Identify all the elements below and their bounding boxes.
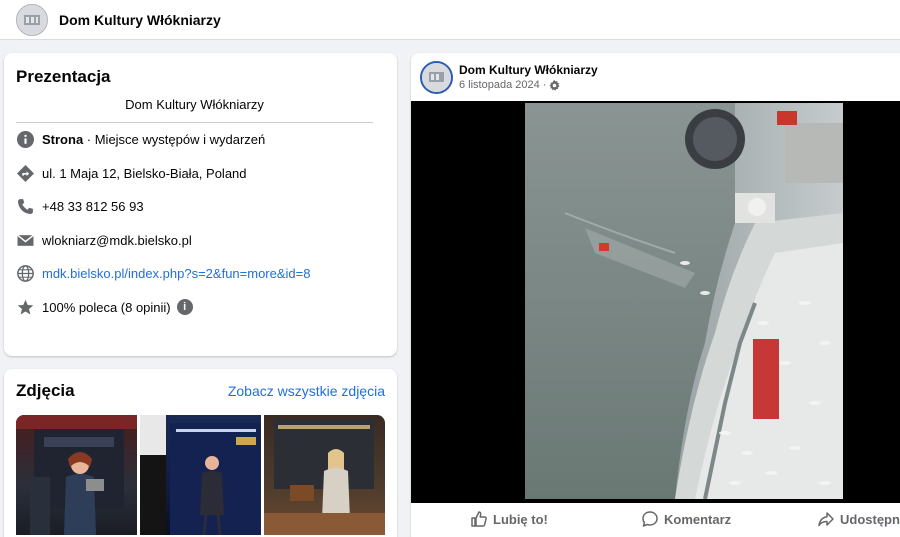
thumbs-up-icon [471, 511, 487, 527]
post-header: Dom Kultury Włókniarzy 6 listopada 2024 … [411, 53, 900, 101]
see-all-photos-link[interactable]: Zobacz wszystkie zdjęcia [228, 383, 385, 399]
phone-icon [16, 198, 34, 216]
like-label: Lubię to! [493, 511, 548, 527]
comment-label: Komentarz [664, 511, 732, 527]
address-text: ul. 1 Maja 12, Bielsko-Biała, Poland [42, 165, 247, 181]
like-button[interactable]: Lubię to! [470, 510, 548, 528]
globe-icon [16, 265, 34, 283]
directions-icon [16, 164, 34, 182]
share-icon [818, 512, 834, 527]
category-value: · Miejsce występów i wydarzeń [83, 132, 266, 148]
photo-grid [16, 415, 385, 535]
category-label: Strona [42, 132, 84, 148]
page-avatar[interactable] [16, 3, 48, 36]
rating-row: 100% poleca (8 opinii) i [16, 291, 385, 325]
post-actions: Lubię to! Komentarz Udostępnij [411, 503, 900, 535]
website-link[interactable]: mdk.bielsko.pl/index.php?s=2&fun=more&id… [42, 266, 310, 281]
page-title[interactable]: Dom Kultury Włókniarzy [59, 12, 221, 28]
phone-row: +48 33 812 56 93 [16, 190, 385, 224]
post-author-name[interactable]: Dom Kultury Włókniarzy [459, 63, 598, 77]
intro-card: Prezentacja Dom Kultury Włókniarzy Stron… [4, 53, 397, 356]
photo-thumbnail[interactable] [140, 415, 261, 535]
star-icon [16, 298, 34, 316]
post-video[interactable] [411, 101, 900, 503]
share-button[interactable]: Udostępnij [817, 510, 900, 528]
rating-info-icon[interactable]: i [176, 299, 193, 316]
photos-heading: Zdjęcia [16, 381, 75, 400]
video-frame [525, 103, 843, 499]
post-card: Dom Kultury Włókniarzy 6 listopada 2024 … [411, 53, 900, 537]
comment-button[interactable]: Komentarz [641, 510, 731, 528]
page-header: Dom Kultury Włókniarzy [0, 0, 900, 40]
phone-text: +48 33 812 56 93 [42, 199, 144, 215]
info-icon [16, 131, 34, 149]
email-text[interactable]: wlokniarz@mdk.bielsko.pl [42, 233, 192, 248]
address-row: ul. 1 Maja 12, Bielsko-Biała, Poland [16, 157, 385, 191]
comment-icon [642, 511, 658, 527]
email-row: wlokniarz@mdk.bielsko.pl [16, 224, 385, 258]
share-label: Udostępnij [840, 511, 900, 527]
post-author-avatar[interactable] [420, 60, 453, 94]
website-row: mdk.bielsko.pl/index.php?s=2&fun=more&id… [16, 257, 385, 291]
photo-thumbnail[interactable] [16, 415, 137, 535]
intro-heading: Prezentacja [16, 67, 111, 86]
envelope-icon [16, 231, 34, 249]
intro-bio: Dom Kultury Włókniarzy [16, 97, 373, 123]
photos-card: Zdjęcia Zobacz wszystkie zdjęcia [4, 369, 397, 537]
rating-text: 100% poleca (8 opinii) [42, 299, 171, 315]
photo-thumbnail[interactable] [264, 415, 385, 535]
category-row: Strona · Miejsce występów i wydarzeń [16, 123, 385, 157]
post-date[interactable]: 6 listopada 2024 · [459, 79, 546, 91]
gear-icon [549, 79, 561, 91]
